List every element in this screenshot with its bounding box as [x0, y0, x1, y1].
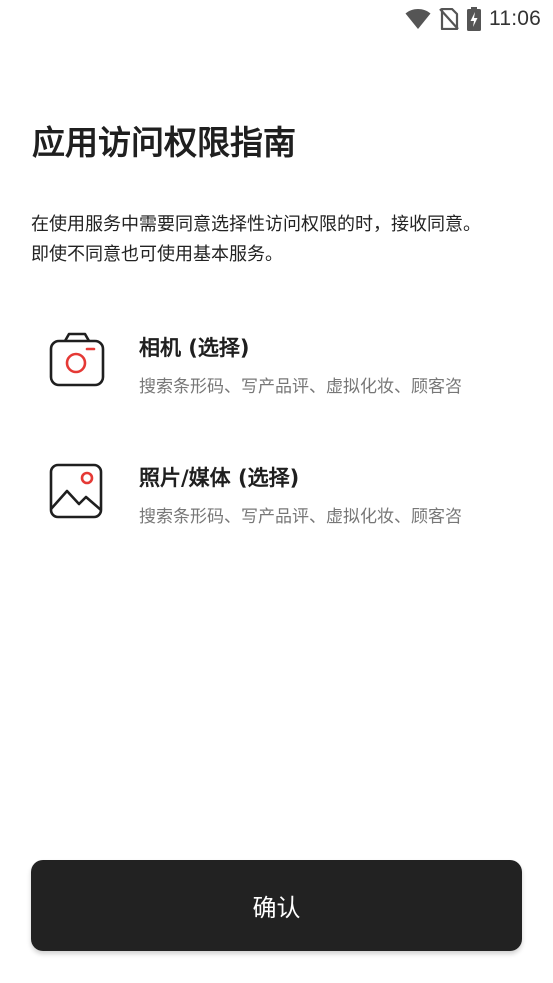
page-title: 应用访问权限指南: [32, 123, 296, 162]
permission-item-camera: 相机 (选择) 搜索条形码、写产品评、虚拟化妆、顾客咨: [48, 332, 538, 412]
image-icon: [48, 462, 106, 520]
status-icons: 11:06: [405, 6, 541, 32]
permission-title-camera: 相机 (选择): [139, 336, 250, 360]
permission-title-photos-media: 照片/媒体 (选择): [139, 466, 300, 490]
battery-charging-icon: [467, 7, 481, 31]
confirm-button[interactable]: 确认: [31, 860, 522, 951]
permission-item-photos-media: 照片/媒体 (选择) 搜索条形码、写产品评、虚拟化妆、顾客咨: [48, 462, 538, 542]
no-sim-icon: [439, 8, 459, 30]
camera-icon: [48, 332, 106, 390]
permission-description-photos-media: 搜索条形码、写产品评、虚拟化妆、顾客咨: [139, 507, 462, 527]
status-time: 11:06: [489, 7, 541, 30]
permission-description-camera: 搜索条形码、写产品评、虚拟化妆、顾客咨: [139, 377, 462, 397]
status-bar: 11:06: [0, 0, 553, 38]
page-description: 在使用服务中需要同意选择性访问权限的时，接收同意。 即使不同意也可使用基本服务。: [31, 214, 481, 265]
wifi-icon: [405, 8, 431, 30]
